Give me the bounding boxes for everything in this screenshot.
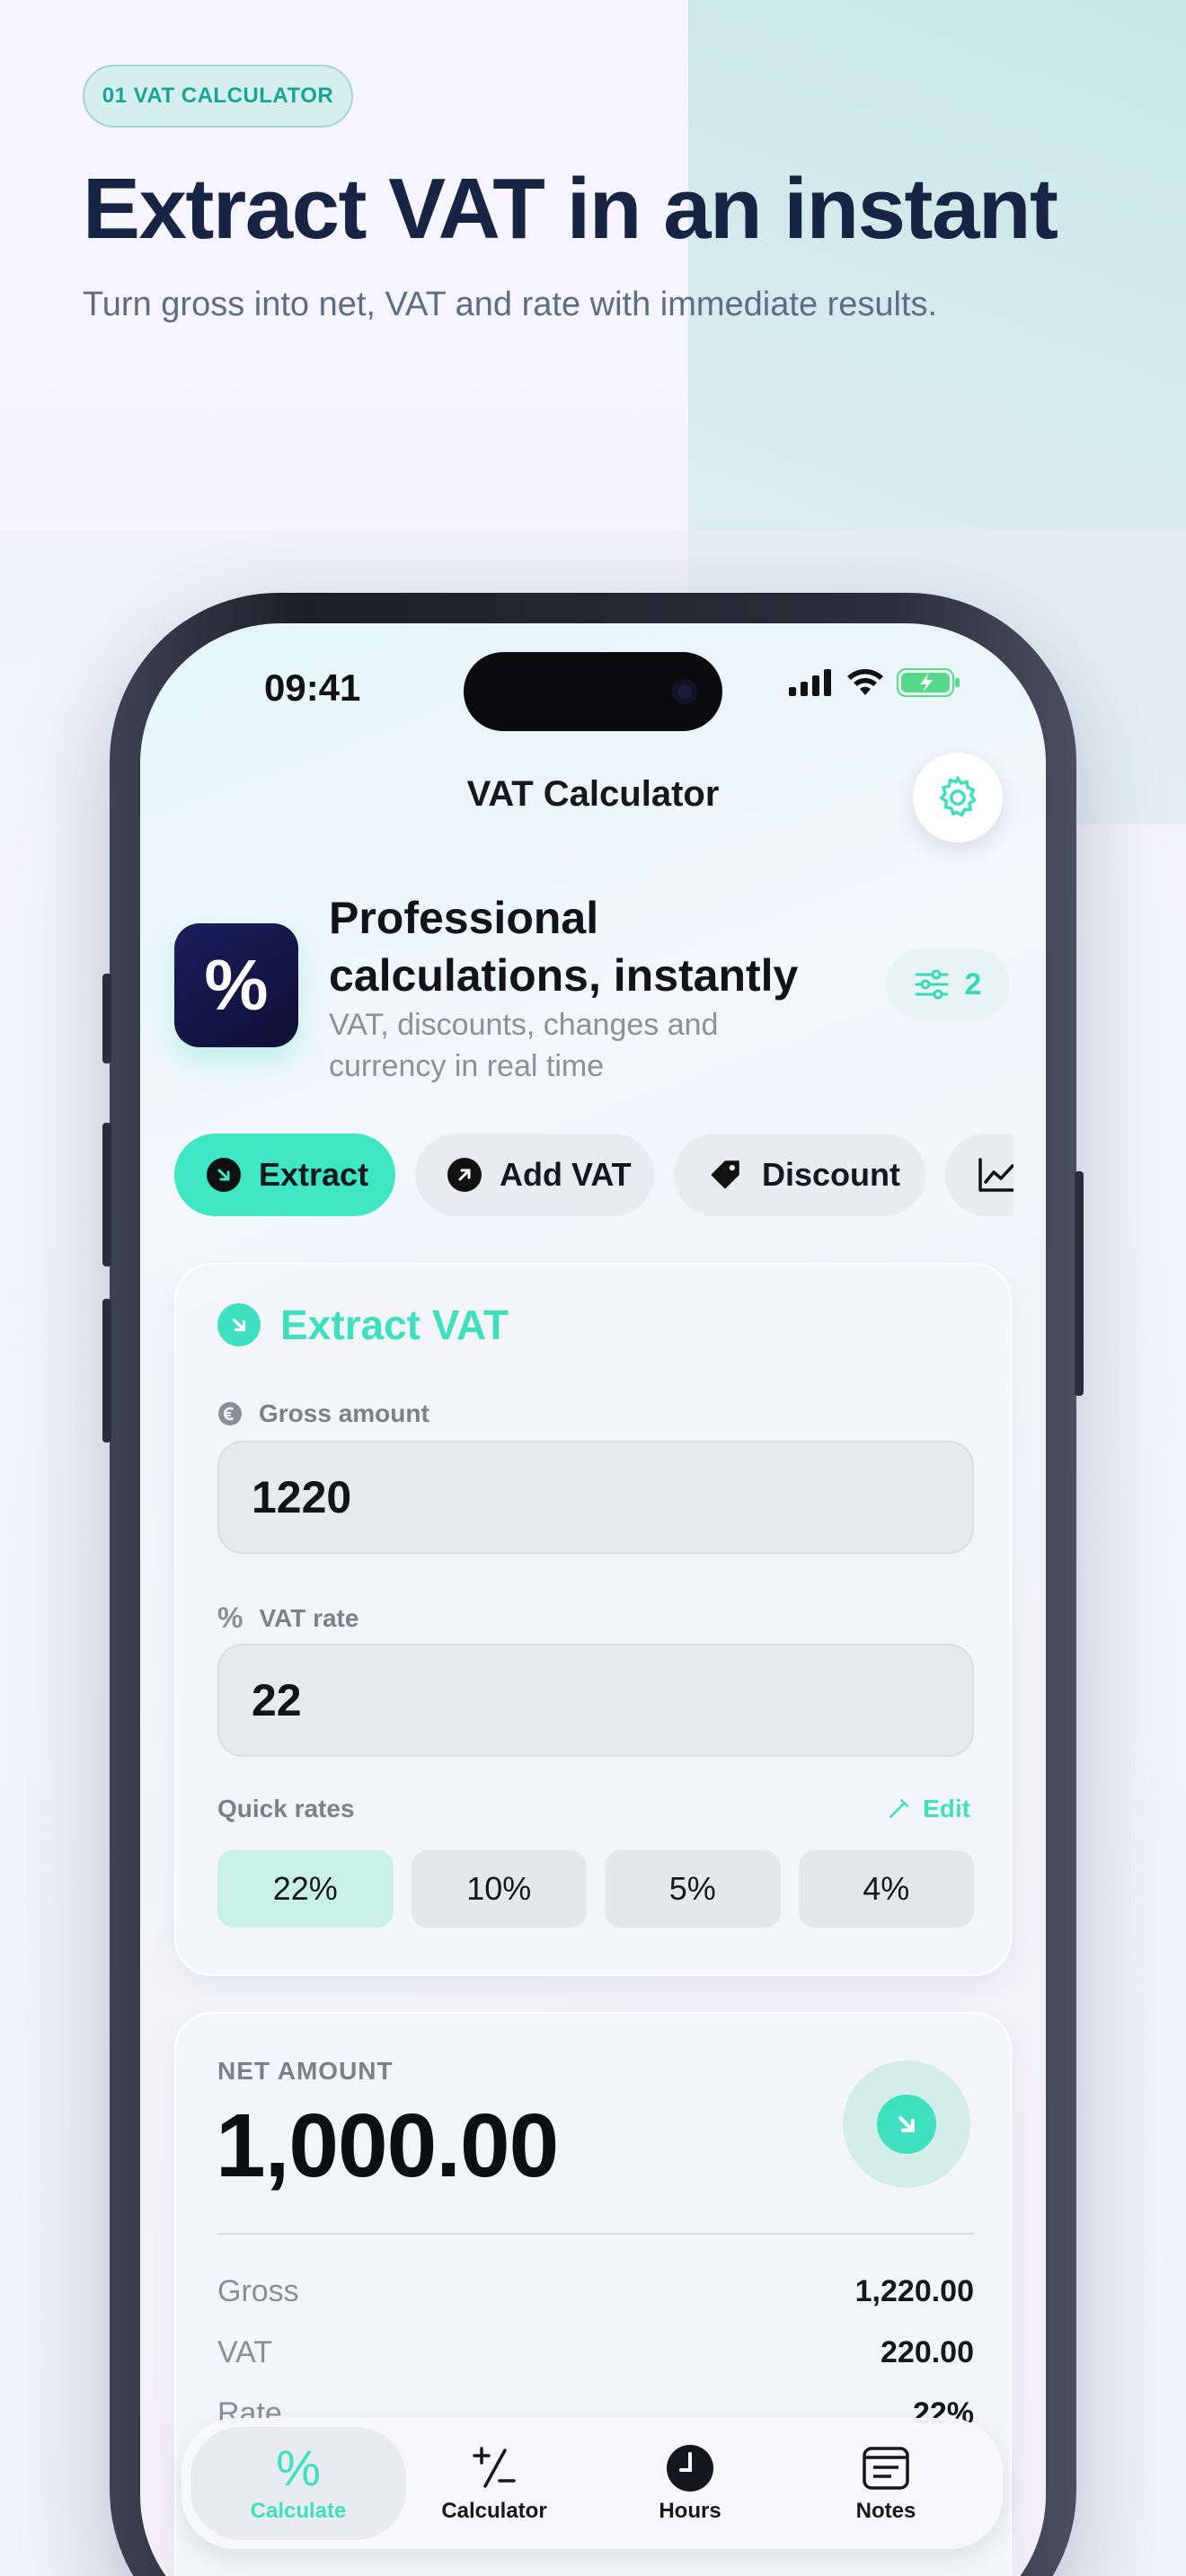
notes-icon — [863, 2447, 909, 2490]
nav-title: VAT Calculator — [466, 774, 720, 814]
result-divider — [217, 2233, 974, 2235]
phone-screen: 09:41 VAT Calculator % Professional calc… — [140, 623, 1046, 2576]
quick-rate-5[interactable]: 5% — [605, 1850, 781, 1928]
filter-count: 2 — [964, 966, 982, 1001]
tabbar-label: Notes — [855, 2499, 916, 2523]
percent-icon: % — [276, 2439, 321, 2496]
percent-logo-glyph: % — [204, 945, 269, 1025]
gross-label-text: Gross amount — [259, 1399, 429, 1427]
tag-icon — [711, 1160, 739, 1189]
rate-label-text: VAT rate — [259, 1603, 359, 1632]
section-badge: 01 VAT CALCULATOR — [83, 65, 353, 128]
tab-label: Add VAT — [500, 1156, 632, 1193]
result-row-gross: Gross 1,220.00 — [217, 2274, 974, 2309]
mode-tabs: Extract Add VAT Discount — [174, 1130, 1013, 1220]
app-logo: % — [174, 923, 298, 1047]
hero-subtitle: VAT, discounts, changes and currency in … — [329, 1008, 719, 1083]
quick-rate-10[interactable]: 10% — [411, 1850, 587, 1928]
tab-label: Discount — [762, 1156, 901, 1193]
tabbar-notes[interactable]: Notes — [796, 2418, 976, 2549]
row-value: 220.00 — [881, 2335, 974, 2369]
tab-extract[interactable]: Extract — [174, 1134, 395, 1216]
arrow-down-right-icon — [877, 2095, 936, 2154]
status-icons — [789, 668, 961, 697]
result-mode-button[interactable] — [843, 2060, 970, 2188]
status-time: 09:41 — [264, 666, 361, 709]
sliders-icon — [915, 969, 949, 1000]
tab-chart[interactable] — [945, 1134, 1013, 1216]
hero-title: Professional calculations, instantly — [329, 893, 799, 1001]
filter-button[interactable]: 2 — [886, 948, 1010, 1020]
chart-icon — [978, 1158, 1013, 1192]
power-button — [1075, 1171, 1084, 1396]
quick-rate-4[interactable]: 4% — [798, 1850, 974, 1928]
result-row-vat: VAT 220.00 — [217, 2335, 974, 2370]
plus-minus-icon — [473, 2447, 516, 2488]
camera-icon — [672, 679, 697, 704]
clock-icon — [667, 2445, 713, 2492]
edit-rates-button[interactable]: Edit — [887, 1795, 970, 1823]
row-label: Gross — [217, 2274, 299, 2308]
extract-card: Extract VAT Gross amount 1220 % VAT rate… — [174, 1263, 1012, 1976]
vat-rate-input[interactable]: 22 — [217, 1644, 974, 1757]
row-label: VAT — [217, 2335, 273, 2369]
arrow-down-right-icon — [207, 1158, 241, 1192]
edit-label: Edit — [923, 1795, 970, 1822]
net-amount-label: NET AMOUNT — [217, 2057, 394, 2085]
signal-icon — [789, 669, 831, 696]
volume-up-button — [102, 1123, 111, 1266]
net-amount-value: 1,000.00 — [216, 2095, 559, 2196]
quick-rates-label: Quick rates — [217, 1795, 355, 1822]
bottom-tab-bar: % Calculate Calculator Hours Notes — [181, 2418, 1003, 2549]
percent-icon: % — [217, 1601, 243, 1634]
tab-discount[interactable]: Discount — [674, 1134, 925, 1216]
pencil-icon — [890, 1798, 909, 1818]
tab-label: Extract — [259, 1156, 369, 1193]
arrow-up-right-icon — [447, 1158, 482, 1192]
quick-rates: 22% 10% 5% 4% — [217, 1850, 974, 1928]
tabbar-label: Calculate — [250, 2499, 347, 2523]
gross-label: Gross amount — [217, 1399, 429, 1428]
tabbar-calculator[interactable]: Calculator — [404, 2418, 584, 2549]
volume-down-button — [102, 1299, 111, 1442]
wifi-icon — [847, 669, 883, 695]
battery-icon — [897, 668, 960, 697]
arrow-down-right-icon — [217, 1303, 261, 1346]
quick-rate-22[interactable]: 22% — [217, 1850, 394, 1928]
tabbar-hours[interactable]: Hours — [600, 2418, 780, 2549]
extract-card-title: Extract VAT — [217, 1301, 509, 1349]
rate-label: % VAT rate — [217, 1601, 358, 1635]
tab-add-vat[interactable]: Add VAT — [415, 1134, 654, 1216]
page-headline: Extract VAT in an instant — [83, 161, 1058, 257]
tabbar-label: Calculator — [441, 2499, 547, 2523]
settings-button[interactable] — [913, 753, 1003, 842]
row-value: 1,220.00 — [854, 2274, 974, 2308]
gear-icon — [939, 775, 977, 817]
action-button — [102, 974, 111, 1063]
page-subline: Turn gross into net, VAT and rate with i… — [83, 286, 938, 323]
coin-icon — [218, 1402, 242, 1425]
tabbar-label: Hours — [659, 2499, 721, 2523]
dynamic-island — [464, 652, 722, 731]
gross-amount-input[interactable]: 1220 — [217, 1441, 974, 1554]
tabbar-calculate[interactable]: % Calculate — [208, 2418, 388, 2549]
extract-title-text: Extract VAT — [280, 1301, 509, 1348]
